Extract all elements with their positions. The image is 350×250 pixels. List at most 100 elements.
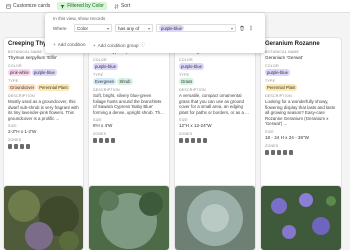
zones-value: [93, 138, 165, 144]
description-label: DESCRIPTION: [179, 88, 206, 92]
zone-icon: [185, 138, 189, 144]
description-label: DESCRIPTION: [265, 94, 292, 98]
help-icon: ⓘ: [140, 42, 145, 47]
add-condition-label: Add condition: [57, 42, 86, 47]
type-pill: Grass: [179, 78, 195, 85]
operator-select-value: has any of: [118, 25, 140, 31]
type-pill: Groundcover: [8, 84, 37, 91]
color-pill: purple-blue: [265, 69, 290, 76]
customize-cards-label: Customize cards: [13, 3, 51, 9]
drag-handle-icon[interactable]: [248, 25, 254, 31]
plant-photo[interactable]: [175, 186, 255, 250]
sort-label: Sort: [120, 3, 131, 9]
zones-label: ZONES: [93, 132, 107, 137]
size-value: 8'H x 4'W: [93, 123, 113, 129]
zone-icon: [197, 138, 201, 144]
type-pill: Perennial Plant: [37, 84, 70, 91]
zone-icon: [8, 144, 12, 150]
field-select-value: Color: [77, 25, 88, 31]
filter-label: Filtered by Color: [67, 3, 104, 9]
cypress-image: [89, 186, 169, 250]
filter-icon: [60, 4, 65, 8]
plant-photo[interactable]: [89, 186, 169, 250]
description-value: Mostly used as a groundcover, this dwarf…: [8, 99, 79, 121]
size-value: 12"H x 12-24"W: [179, 123, 212, 129]
zones-label: ZONES: [179, 132, 193, 137]
add-condition-group-button[interactable]: + Add condition group ⓘ: [93, 42, 145, 48]
value-pill: purple-blue: [159, 25, 184, 31]
customize-cards-button[interactable]: Customize cards: [3, 2, 53, 10]
color-label: COLOR: [179, 58, 193, 62]
botanical-value: Geranium 'Gerwat': [265, 55, 304, 60]
zone-icon: [283, 149, 287, 155]
zones-label: ZONES: [8, 138, 22, 143]
size-label: SIZE: [265, 129, 274, 134]
botanical-label: BOTANICAL NAME: [265, 50, 300, 54]
botanical-value: Thymus serpyllum 'Elfin': [8, 55, 58, 60]
zone-icon: [93, 138, 97, 144]
add-condition-group-label: Add condition group: [97, 42, 139, 48]
size-label: SIZE: [93, 118, 102, 123]
zone-icon: [179, 138, 183, 144]
add-condition-button[interactable]: + Add condition: [53, 42, 86, 47]
sort-button[interactable]: Sort: [111, 2, 133, 10]
where-label: Where: [53, 25, 67, 31]
zone-icon: [277, 149, 281, 155]
description-label: DESCRIPTION: [93, 88, 120, 92]
color-label: COLOR: [93, 58, 107, 62]
zone-icon: [14, 144, 18, 150]
description-value: Soft, bright, silvery blue-green foliage…: [93, 93, 164, 115]
zone-icon: [105, 138, 109, 144]
plant-card[interactable]: Geranium Rozanne BOTANICAL NAME Geranium …: [261, 38, 341, 198]
type-label: TYPE: [179, 73, 190, 77]
zones-value: [8, 144, 79, 150]
cards-icon: [6, 3, 11, 9]
color-pill: purple-blue: [179, 63, 204, 70]
color-pill: purple-blue: [93, 63, 118, 70]
size-value: 18 - 24 H x 24 - 36"W: [265, 134, 310, 140]
zone-icon: [265, 149, 269, 155]
trash-icon[interactable]: [239, 25, 245, 31]
type-label: TYPE: [93, 73, 104, 77]
field-select[interactable]: Color ▾: [74, 24, 112, 32]
size-label: SIZE: [179, 118, 188, 123]
zone-icon: [20, 144, 24, 150]
zone-icon: [203, 138, 207, 144]
size-value: 2-3"H x 1-2'W: [8, 129, 37, 135]
description-value: Looking for a wonderfully showy, floweri…: [265, 99, 336, 127]
zones-value: [265, 149, 337, 155]
description-label: DESCRIPTION: [8, 94, 35, 98]
color-label: COLOR: [265, 64, 279, 68]
geranium-image: [261, 186, 341, 250]
description-value: A versatile, compact ornamental grass th…: [179, 93, 249, 115]
zone-icon: [289, 149, 293, 155]
plant-card[interactable]: BOTANICAL NAMEChamaecyparis pisifera COL…: [89, 38, 169, 198]
filter-button[interactable]: Filtered by Color: [57, 2, 107, 10]
zone-icon: [111, 138, 115, 144]
type-pill: Shrub: [117, 78, 133, 85]
chevron-down-icon: ▾: [106, 25, 109, 31]
plant-card[interactable]: Creeping Thyme BOTANICAL NAME Thymus serp…: [4, 38, 83, 198]
plant-card[interactable]: BOTANICAL NAMEFestuca glauca COLORpurple…: [175, 38, 255, 198]
plant-photo[interactable]: [261, 186, 341, 250]
color-pill: purple-blue: [31, 69, 57, 76]
filter-header: In this view, show records: [53, 16, 106, 21]
chevron-down-icon: ▾: [230, 25, 233, 31]
operator-select[interactable]: has any of ▾: [115, 24, 153, 32]
color-label: COLOR: [8, 64, 22, 68]
card-title: Geranium Rozanne: [265, 41, 320, 47]
zones-label: ZONES: [265, 143, 279, 148]
plus-icon: +: [93, 42, 96, 48]
sort-icon: [114, 3, 119, 9]
color-pill: pink-white: [8, 69, 31, 76]
chevron-down-icon: ▾: [147, 25, 150, 31]
plant-photo[interactable]: [4, 186, 83, 250]
zone-icon: [26, 144, 30, 150]
creeping-thyme-image: [4, 186, 83, 250]
plus-icon: +: [53, 42, 56, 47]
type-pill: Evergreen: [93, 78, 117, 85]
value-select[interactable]: purple-blue ▾: [156, 24, 236, 32]
type-pill: Perennial Plant: [265, 84, 298, 91]
size-label: SIZE: [8, 124, 17, 129]
zone-icon: [191, 138, 195, 144]
